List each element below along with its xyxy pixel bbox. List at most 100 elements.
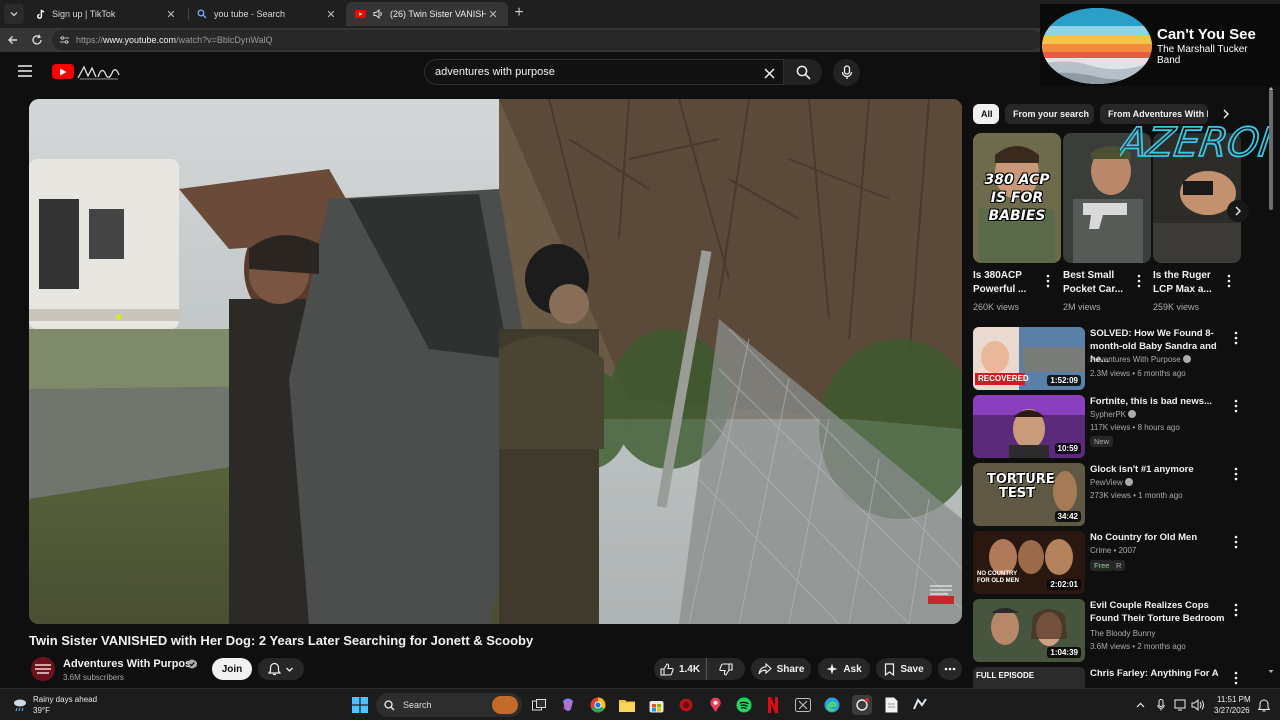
tab-tiktok[interactable]: Sign up | TikTok ✕ [26, 2, 186, 26]
more-vertical-icon[interactable] [1045, 274, 1051, 288]
ask-button[interactable]: Ask [818, 658, 870, 680]
video-title[interactable]: Chris Farley: Anything For A [1090, 667, 1230, 680]
channel-name[interactable]: Adventures With Purpose [1090, 355, 1191, 364]
search-input[interactable] [435, 66, 755, 78]
video-title[interactable]: Evil Couple Realizes Cops Found Their To… [1090, 599, 1230, 625]
guide-menu-button[interactable] [18, 64, 34, 78]
save-button[interactable]: Save [876, 658, 932, 680]
chatgpt-icon[interactable] [852, 695, 872, 715]
address-bar[interactable]: https://www.youtube.com/watch?v=BblcDynW… [52, 30, 1042, 50]
video-thumbnail[interactable]: TORTURE TEST 34:42 [973, 463, 1085, 526]
video-player[interactable] [29, 99, 962, 624]
page-scrollbar[interactable] [1267, 86, 1275, 686]
weather-text[interactable]: Rainy days ahead [33, 695, 97, 704]
short-title[interactable]: Best Small Pocket Car... [1063, 269, 1135, 297]
more-vertical-icon[interactable] [1233, 399, 1239, 413]
notification-bell-icon[interactable] [1257, 698, 1271, 712]
file-explorer-icon[interactable] [618, 696, 636, 714]
app-red-icon[interactable] [677, 696, 695, 714]
channel-watermark-icon[interactable] [926, 582, 956, 606]
weather-temperature[interactable]: 39°F [33, 706, 50, 715]
search-button[interactable] [784, 59, 822, 85]
more-vertical-icon[interactable] [1233, 467, 1239, 481]
share-button[interactable]: Share [751, 658, 811, 680]
more-vertical-icon[interactable] [1136, 274, 1142, 288]
shorts-next-button[interactable] [1227, 200, 1249, 222]
like-button[interactable]: 1.4K [654, 658, 706, 680]
spotify-icon[interactable] [735, 696, 753, 714]
search-box[interactable] [424, 59, 784, 85]
video-thumbnail[interactable]: FULL EPISODE [973, 667, 1085, 688]
new-tab-button[interactable]: + [510, 4, 528, 22]
start-button[interactable] [351, 696, 369, 714]
more-vertical-icon[interactable] [1233, 671, 1239, 685]
short-thumbnail[interactable] [1063, 133, 1151, 263]
video-title[interactable]: Glock isn't #1 anymore [1090, 463, 1230, 476]
youtube-doodle-logo[interactable] [76, 62, 122, 82]
rain-cloud-icon[interactable] [12, 697, 28, 713]
tab-search-dropdown[interactable] [4, 4, 24, 24]
clear-search-button[interactable] [760, 64, 778, 82]
channel-name[interactable]: The Bloody Bunny [1090, 629, 1155, 638]
chips-next-button[interactable] [1217, 105, 1235, 123]
reload-button[interactable] [28, 31, 46, 49]
channel-name[interactable]: SypherPK [1090, 410, 1137, 419]
channel-name[interactable]: Adventures With Purpose [63, 658, 197, 670]
volume-icon[interactable] [1191, 698, 1205, 712]
notifications-button[interactable] [258, 658, 304, 680]
more-vertical-icon[interactable] [1233, 331, 1239, 345]
short-title[interactable]: Is the Ruger LCP Max a... [1153, 269, 1225, 297]
microphone-icon[interactable] [1154, 698, 1168, 712]
notepad-icon[interactable] [882, 696, 900, 714]
recommendation-item[interactable]: 10:59 Fortnite, this is bad news... Syph… [973, 395, 1253, 459]
video-title[interactable]: No Country for Old Men [1090, 531, 1230, 544]
tab-youtube-search[interactable]: you tube - Search ✕ [188, 2, 346, 26]
close-tab-icon[interactable]: ✕ [486, 8, 500, 21]
recommendation-item[interactable]: RECOVERED 1:52:09 SOLVED: How We Found 8… [973, 327, 1253, 391]
video-title[interactable]: Fortnite, this is bad news... [1090, 395, 1230, 408]
xbox-icon[interactable] [794, 696, 812, 714]
dislike-button[interactable] [707, 658, 745, 680]
video-thumbnail[interactable]: NO COUNTRY FOR OLD MEN 2:02:01 [973, 531, 1085, 594]
store-icon[interactable] [647, 696, 665, 714]
filter-chip-all[interactable]: All [973, 104, 999, 124]
more-actions-button[interactable] [938, 658, 962, 680]
tab-youtube-video[interactable]: (26) Twin Sister VANISHED wi ✕ [346, 2, 508, 26]
join-button[interactable]: Join [212, 658, 252, 680]
netflix-icon[interactable] [764, 696, 782, 714]
close-tab-icon[interactable]: ✕ [164, 8, 178, 21]
recommendation-item[interactable]: NO COUNTRY FOR OLD MEN 2:02:01 No Countr… [973, 531, 1253, 595]
recommendation-item[interactable]: FULL EPISODE Chris Farley: Anything For … [973, 667, 1253, 688]
recommendation-item[interactable]: TORTURE TEST 34:42 Glock isn't #1 anymor… [973, 463, 1253, 527]
chrome-icon[interactable] [589, 696, 607, 714]
back-button[interactable] [4, 31, 22, 49]
site-info-icon[interactable] [58, 34, 70, 46]
more-vertical-icon[interactable] [1233, 603, 1239, 617]
steam-icon[interactable] [911, 696, 929, 714]
short-thumbnail[interactable]: 380 ACP IS FOR BABIES [973, 133, 1061, 263]
chevron-up-icon[interactable] [1133, 698, 1147, 712]
video-thumbnail[interactable]: 1:04:39 [973, 599, 1085, 662]
speaker-icon[interactable] [372, 8, 384, 20]
task-view-icon[interactable] [530, 696, 548, 714]
channel-avatar[interactable] [31, 657, 55, 681]
edge-icon[interactable] [823, 696, 841, 714]
taskbar-search[interactable]: Search [376, 693, 522, 717]
filter-chip-from-search[interactable]: From your search [1005, 104, 1094, 124]
voice-search-button[interactable] [833, 59, 860, 86]
recommendation-item[interactable]: 1:04:39 Evil Couple Realizes Cops Found … [973, 599, 1253, 663]
clock-date[interactable]: 3/27/2026 [1214, 706, 1250, 715]
more-vertical-icon[interactable] [1233, 535, 1239, 549]
channel-name[interactable]: PewView [1090, 478, 1133, 487]
youtube-logo[interactable] [52, 64, 74, 79]
filter-chip-from-channel[interactable]: From Adventures With P [1100, 104, 1208, 124]
video-thumbnail[interactable]: 10:59 [973, 395, 1085, 458]
more-vertical-icon[interactable] [1226, 274, 1232, 288]
short-thumbnail[interactable] [1153, 133, 1241, 263]
close-tab-icon[interactable]: ✕ [324, 8, 338, 21]
clock-time[interactable]: 11:51 PM [1217, 695, 1251, 704]
location-pin-icon[interactable] [706, 696, 724, 714]
short-title[interactable]: Is 380ACP Powerful ... [973, 269, 1045, 297]
network-icon[interactable] [1174, 698, 1188, 712]
video-thumbnail[interactable]: RECOVERED 1:52:09 [973, 327, 1085, 390]
